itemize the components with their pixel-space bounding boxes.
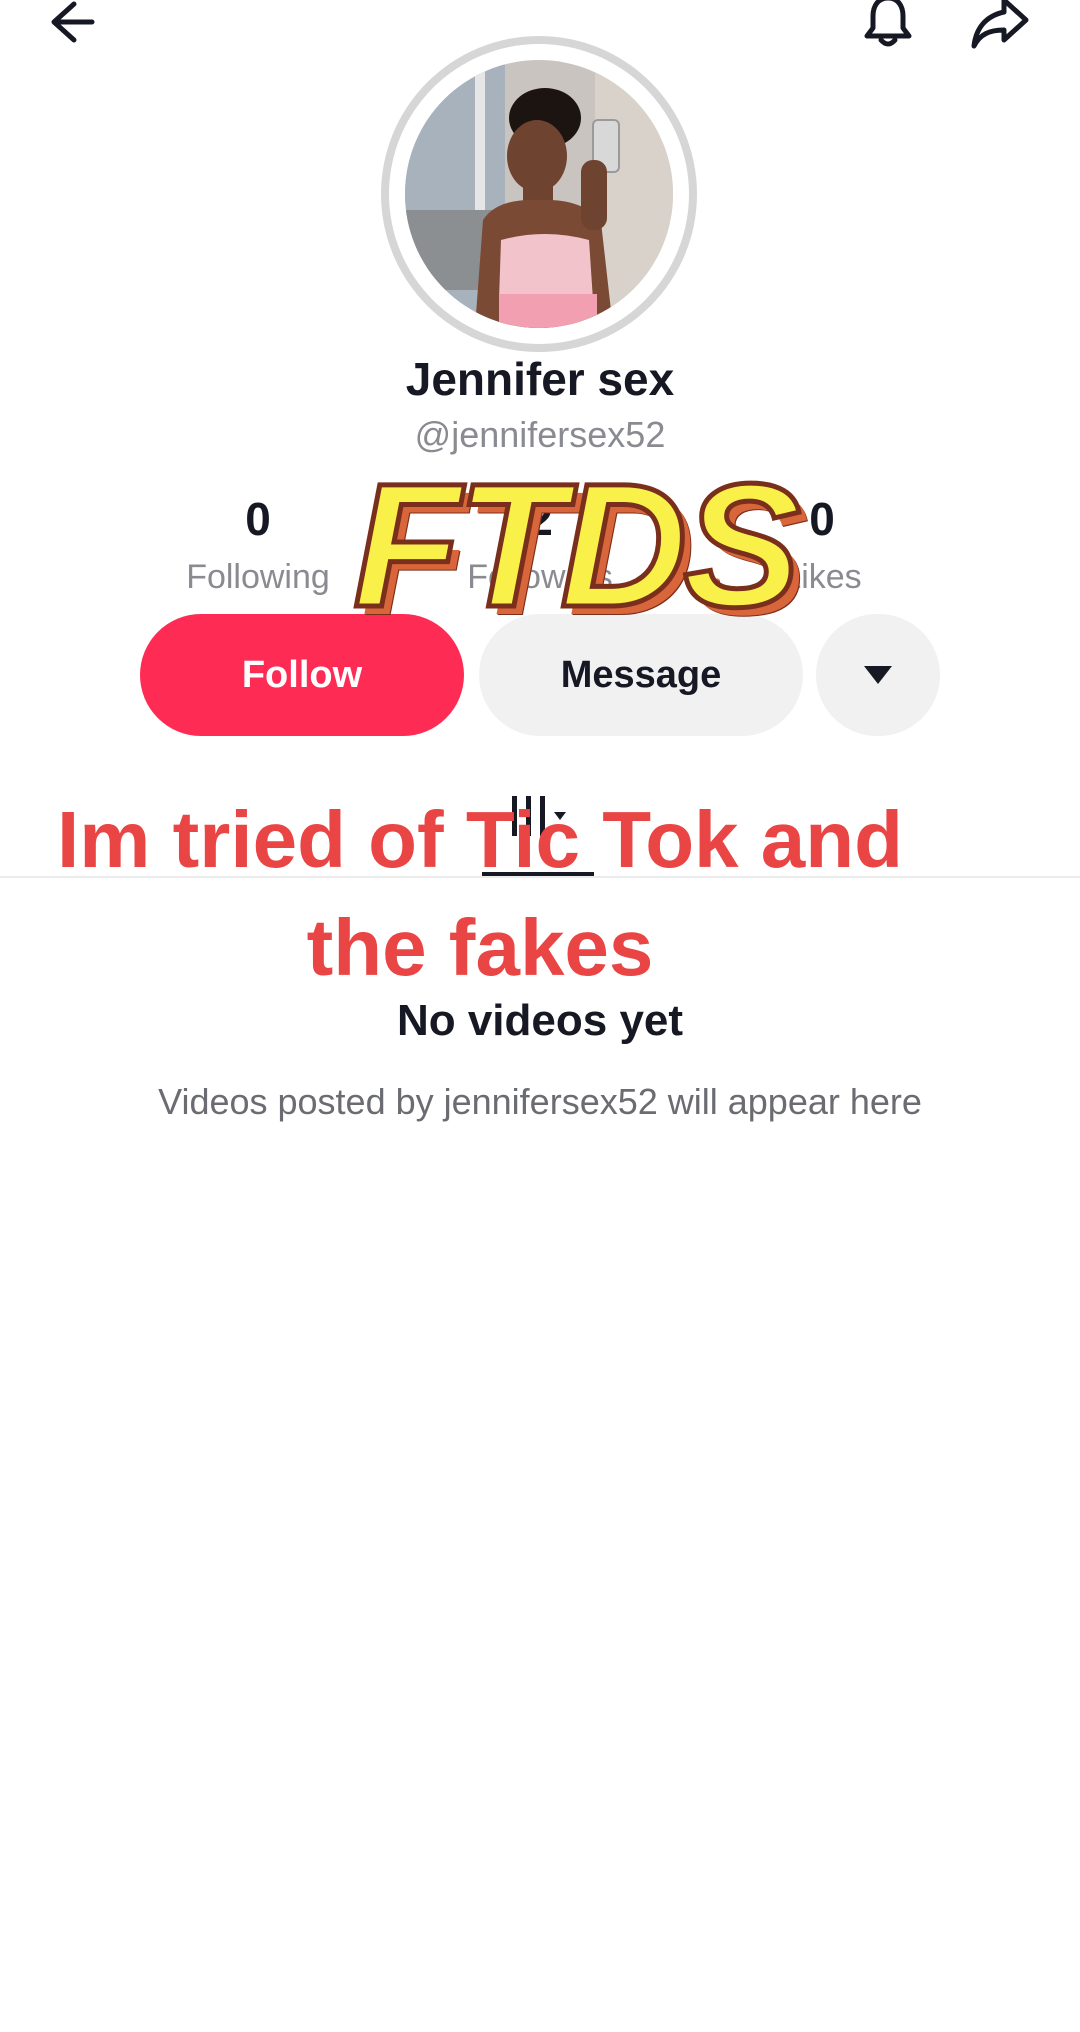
caret-down-icon [864,666,892,684]
stat-following-label: Following [186,558,330,596]
share-arrow-icon [971,0,1029,49]
arrow-left-icon [51,1,95,43]
display-name: Jennifer sex [405,353,675,405]
notification-button[interactable] [848,0,928,62]
empty-state-description: Videos posted by jennifersex52 will appe… [158,1081,922,1122]
share-button[interactable] [960,0,1040,62]
bell-icon [864,0,912,47]
back-button[interactable] [34,0,114,62]
video-caption-overlay: Im tried of Tic Tok and the fakes [56,795,903,992]
stat-following-count: 0 [245,493,271,545]
more-options-button[interactable] [816,614,940,736]
avatar[interactable] [381,36,697,352]
empty-state-title: No videos yet [396,996,684,1045]
avatar-border [389,44,689,344]
profile-photo [405,60,673,328]
ftds-sticker: FTDS [351,448,804,644]
stat-following[interactable]: 0 Following [138,496,378,597]
